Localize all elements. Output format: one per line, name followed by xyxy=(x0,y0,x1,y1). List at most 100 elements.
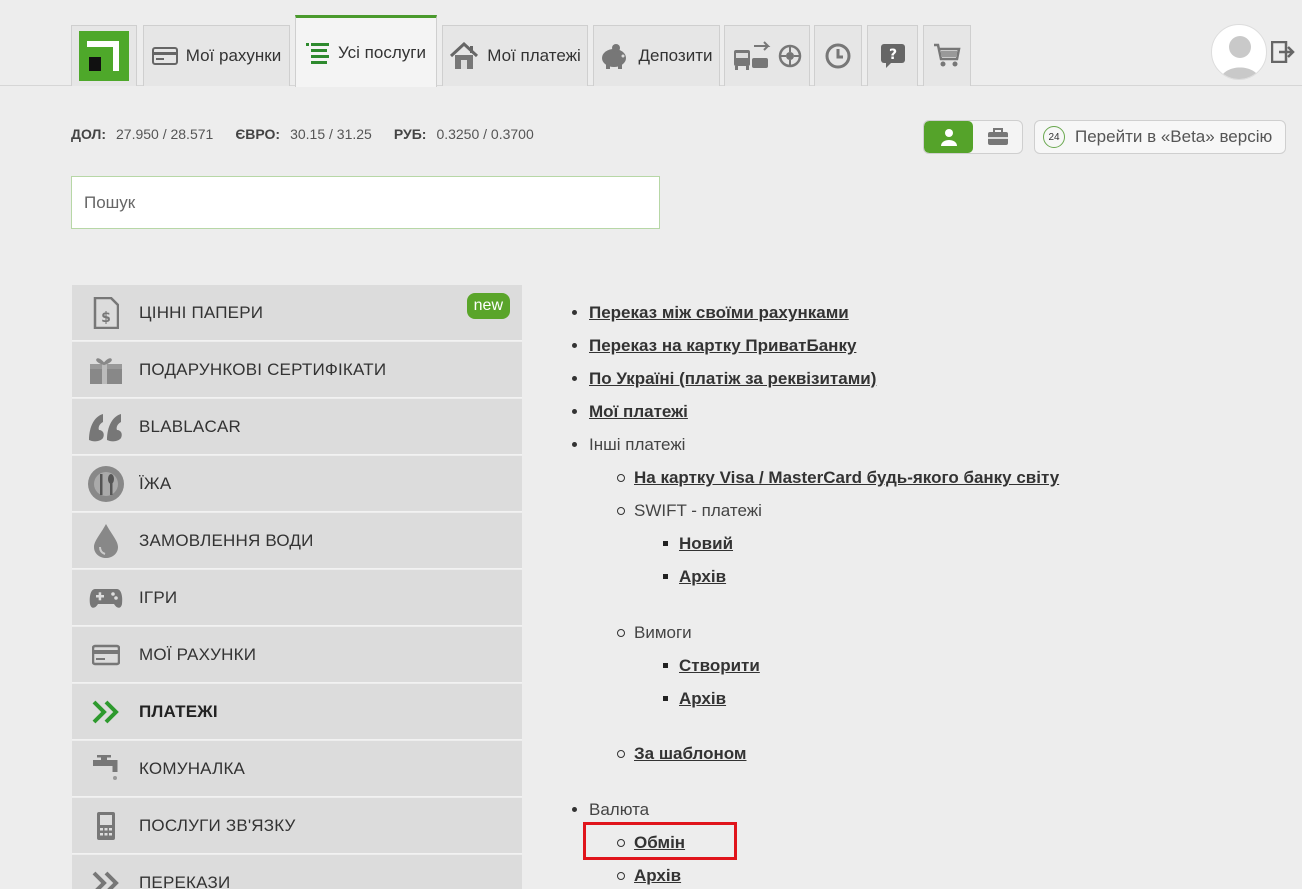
transfer-chevron-icon xyxy=(72,855,139,889)
link-swift-archive[interactable]: Архів xyxy=(679,567,726,586)
transport-icon xyxy=(733,41,771,70)
privat24-icon: 24 xyxy=(1043,126,1065,148)
sidebar-item-blablacar[interactable]: BLABLACAR xyxy=(72,399,522,455)
rate-rub: РУБ: 0.3250 / 0.3700 xyxy=(393,126,534,142)
list-item: По Україні (платіж за реквізитами) xyxy=(571,369,876,389)
tab-label: Мої рахунки xyxy=(185,46,282,65)
sidebar-item-label: ЗАМОВЛЕННЯ ВОДИ xyxy=(139,530,314,550)
sidebar-item-securities[interactable]: $ ЦІННІ ПАПЕРИ new xyxy=(72,285,522,341)
exchange-rates: ДОЛ: 27.950 / 28.571 ЄВРО: 30.15 / 31.25 Р… xyxy=(71,126,556,142)
tab-all-services[interactable]: Усі послуги xyxy=(295,15,437,87)
link-transfer-own-accounts[interactable]: Переказ між своїми рахунками xyxy=(589,303,849,322)
gamepad-icon xyxy=(72,570,139,626)
card-icon xyxy=(151,47,178,65)
rate-eur: ЄВРО: 30.15 / 31.25 xyxy=(235,126,372,142)
card-icon xyxy=(72,627,139,683)
beta-label: Перейти в «Beta» версію xyxy=(1075,127,1273,146)
link-ukraine-payment[interactable]: По Україні (платіж за реквізитами) xyxy=(589,369,876,388)
tab-deposits[interactable]: Депозити xyxy=(593,25,720,86)
search-input[interactable] xyxy=(71,176,660,229)
list-item: Архів xyxy=(616,866,681,886)
top-navigation: Мої рахунки Усі послуги Мої платежі Депо… xyxy=(0,0,1302,87)
list-item: За шаблоном xyxy=(617,744,747,764)
faucet-icon xyxy=(72,741,139,797)
svg-text:?: ? xyxy=(888,47,896,63)
sidebar-item-label: КОМУНАЛКА xyxy=(139,758,246,778)
sidebar-item-label: BLABLACAR xyxy=(139,416,241,436)
water-drop-icon xyxy=(72,513,139,569)
avatar[interactable] xyxy=(1211,24,1267,80)
briefcase-icon xyxy=(987,128,1008,145)
list-item-demands: Вимоги xyxy=(617,623,692,642)
tab-help[interactable]: ? xyxy=(867,25,918,86)
link-swift-new[interactable]: Новий xyxy=(679,534,733,553)
blablacar-icon xyxy=(72,399,139,455)
sidebar-item-food[interactable]: ЇЖА xyxy=(72,456,522,512)
sidebar-item-label: МОЇ РАХУНКИ xyxy=(139,644,257,664)
beta-version-button[interactable]: 24 Перейти в «Beta» версію xyxy=(1034,120,1286,154)
list-icon xyxy=(306,42,330,64)
sidebar-item-games[interactable]: ІГРИ xyxy=(72,570,522,626)
cart-icon xyxy=(934,43,961,67)
ball-icon xyxy=(779,44,802,68)
list-item: Архів xyxy=(662,689,726,709)
list-item-currency: Валюта xyxy=(571,800,650,819)
list-item-swift: SWIFT - платежі xyxy=(617,501,762,520)
list-item: Переказ на картку ПриватБанку xyxy=(571,336,856,356)
personal-mode-button[interactable] xyxy=(924,121,973,153)
link-transfer-privat-card[interactable]: Переказ на картку ПриватБанку xyxy=(589,336,856,355)
link-currency-archive[interactable]: Архів xyxy=(634,866,681,885)
tab-my-accounts[interactable]: Мої рахунки xyxy=(143,25,290,86)
sidebar-item-label: ІГРИ xyxy=(139,587,178,607)
sidebar-item-label: ЇЖА xyxy=(139,473,172,493)
list-item-other-payments: Інші платежі xyxy=(571,435,686,454)
account-mode-toggle xyxy=(923,120,1023,154)
link-my-payments[interactable]: Мої платежі xyxy=(589,402,688,421)
sidebar-item-my-accounts[interactable]: МОЇ РАХУНКИ xyxy=(72,627,522,683)
securities-icon: $ xyxy=(72,285,139,341)
tab-label: Депозити xyxy=(638,46,713,65)
person-icon xyxy=(940,129,957,146)
history-icon xyxy=(825,43,851,69)
rate-usd: ДОЛ: 27.950 / 28.571 xyxy=(71,126,214,142)
list-item: Створити xyxy=(663,656,760,676)
sidebar-item-payments[interactable]: ПЛАТЕЖІ xyxy=(72,684,522,740)
sidebar-item-label: ПЛАТЕЖІ xyxy=(139,701,218,721)
services-sidebar: $ ЦІННІ ПАПЕРИ new ПОДАРУНКОВІ СЕРТИФІКА… xyxy=(72,285,522,889)
tab-label: Усі послуги xyxy=(338,42,426,62)
sidebar-item-transfers[interactable]: ПЕРЕКАЗИ xyxy=(72,855,522,889)
link-demands-create[interactable]: Створити xyxy=(679,656,760,675)
logout-button[interactable] xyxy=(1270,40,1295,68)
logout-icon xyxy=(1270,40,1295,64)
link-by-template[interactable]: За шаблоном xyxy=(634,744,747,763)
sidebar-item-label: ПОСЛУГИ ЗВ'ЯЗКУ xyxy=(139,815,296,835)
highlight-box xyxy=(583,822,737,860)
piggy-bank-icon xyxy=(602,44,627,69)
house-icon xyxy=(450,42,479,69)
business-mode-button[interactable] xyxy=(973,121,1022,153)
tab-label: Мої платежі xyxy=(487,46,581,65)
sidebar-item-utilities[interactable]: КОМУНАЛКА xyxy=(72,741,522,797)
help-icon: ? xyxy=(880,44,905,68)
double-chevron-icon xyxy=(72,684,139,740)
tab-history[interactable] xyxy=(814,25,862,86)
gift-icon xyxy=(72,342,139,398)
tab-travel-leisure[interactable] xyxy=(724,25,810,86)
sidebar-item-telecom[interactable]: ПОСЛУГИ ЗВ'ЯЗКУ xyxy=(72,798,522,854)
list-item: Переказ між своїми рахунками xyxy=(572,303,849,323)
tab-my-payments[interactable]: Мої платежі xyxy=(442,25,588,86)
sidebar-item-label: ПЕРЕКАЗИ xyxy=(139,872,231,889)
tab-shop[interactable] xyxy=(923,25,971,86)
sidebar-item-gift-certificates[interactable]: ПОДАРУНКОВІ СЕРТИФІКАТИ xyxy=(72,342,522,398)
sidebar-item-water-order[interactable]: ЗАМОВЛЕННЯ ВОДИ xyxy=(72,513,522,569)
food-icon xyxy=(72,456,139,512)
logo-tab[interactable] xyxy=(71,25,137,86)
list-item: На картку Visa / MasterCard будь-якого б… xyxy=(616,468,1059,488)
link-visa-mastercard[interactable]: На картку Visa / MasterCard будь-якого б… xyxy=(634,468,1059,487)
sidebar-item-label: ЦІННІ ПАПЕРИ xyxy=(139,302,264,322)
link-demands-archive[interactable]: Архів xyxy=(679,689,726,708)
privatbank-logo xyxy=(79,31,129,81)
svg-text:$: $ xyxy=(101,310,111,326)
list-item: Новий xyxy=(662,534,733,554)
list-item: Мої платежі xyxy=(572,402,688,422)
